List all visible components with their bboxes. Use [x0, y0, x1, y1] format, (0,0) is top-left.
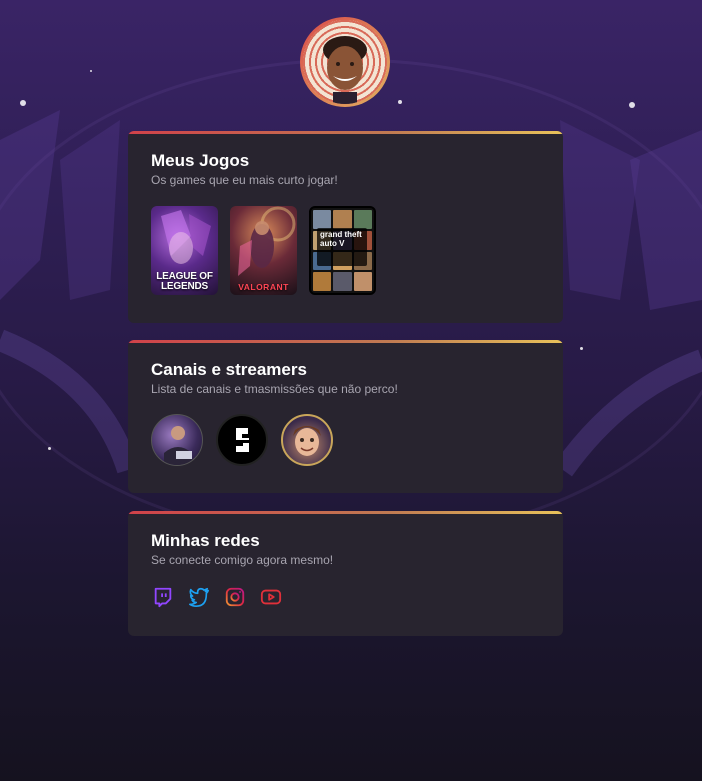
twitch-icon [154, 587, 172, 608]
streamers-card: Canais e streamers Lista de canais e tma… [128, 340, 563, 493]
streamers-list [151, 414, 540, 466]
twitter-icon [189, 587, 209, 607]
avatar-image [303, 20, 387, 104]
games-card-subtitle: Os games que eu mais curto jogar! [151, 173, 338, 187]
game-valorant[interactable]: VALORANT [230, 206, 297, 295]
social-card: Minhas redes Se conecte comigo agora mes… [128, 511, 563, 636]
game-league-of-legends[interactable]: LEAGUE OF LEGENDS [151, 206, 218, 295]
instagram-link[interactable] [223, 585, 247, 609]
streamer-avatar-2[interactable] [216, 414, 268, 466]
games-list: LEAGUE OF LEGENDS VALORANT grand theft a… [151, 206, 540, 295]
game-cover-text: VALORANT [238, 282, 289, 292]
streamers-card-subtitle: Lista de canais e tmasmissões que não pe… [151, 382, 398, 396]
games-card-title: Meus Jogos [151, 151, 250, 170]
social-card-title: Minhas redes [151, 531, 260, 550]
twitter-link[interactable] [187, 585, 211, 609]
game-cover-text: LEAGUE OF LEGENDS [156, 271, 213, 292]
twitch-link[interactable] [151, 585, 175, 609]
streamer-avatar-3[interactable] [281, 414, 333, 466]
social-links [151, 585, 540, 609]
streamer-avatar-1[interactable] [151, 414, 203, 466]
youtube-icon [260, 589, 282, 605]
profile-avatar [300, 17, 390, 107]
game-gta-v[interactable]: grand theft auto V [309, 206, 376, 295]
streamers-card-title: Canais e streamers [151, 360, 307, 379]
social-card-subtitle: Se conecte comigo agora mesmo! [151, 553, 334, 567]
instagram-icon [225, 587, 245, 607]
games-card: Meus Jogos Os games que eu mais curto jo… [128, 131, 563, 323]
youtube-link[interactable] [259, 585, 283, 609]
game-cover-text: grand theft auto V [317, 228, 367, 266]
